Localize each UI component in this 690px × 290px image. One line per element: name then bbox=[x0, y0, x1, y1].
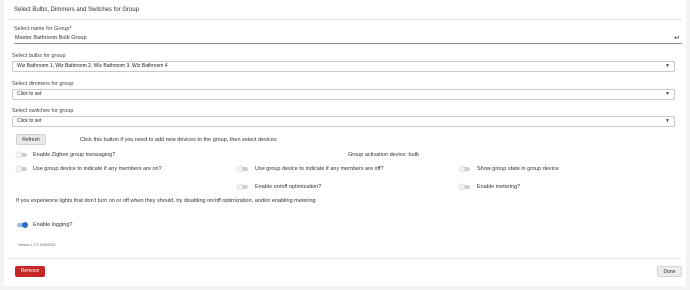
switches-label: Select switches for group bbox=[12, 108, 74, 114]
toggle-thumb bbox=[459, 184, 465, 190]
logging-toggle[interactable] bbox=[16, 222, 28, 228]
group-name-value: Master Bathroom Bulb Group bbox=[15, 35, 87, 41]
toggle-thumb bbox=[22, 222, 28, 228]
metering-toggle[interactable] bbox=[459, 184, 470, 190]
any-on-label: Use group device to indicate if any memb… bbox=[33, 166, 162, 172]
dimmers-select[interactable]: Click to set ▼ bbox=[12, 89, 675, 100]
show-state-label: Show group state in group device bbox=[477, 166, 559, 172]
any-off-label: Use group device to indicate if any memb… bbox=[255, 166, 384, 172]
onoff-optimization-toggle[interactable] bbox=[237, 184, 248, 190]
enter-icon: ↵ bbox=[674, 35, 680, 42]
dimmers-label: Select dimmers for group bbox=[12, 81, 74, 87]
toggle-thumb bbox=[237, 184, 243, 190]
refresh-button[interactable]: Refresh bbox=[16, 134, 46, 145]
bulbs-select[interactable]: Wiz Bathroom 1, Wiz Bathroom 2, Wiz Bath… bbox=[12, 61, 675, 72]
logging-label: Enable logging? bbox=[33, 222, 73, 228]
bulbs-selected-value: Wiz Bathroom 1, Wiz Bathroom 2, Wiz Bath… bbox=[17, 63, 168, 69]
switches-selected-value: Click to set bbox=[17, 118, 42, 124]
toggle-thumb bbox=[16, 152, 22, 158]
metering-label: Enable metering? bbox=[477, 184, 521, 190]
header-divider bbox=[8, 19, 682, 20]
switches-select[interactable]: Click to set ▼ bbox=[12, 116, 675, 127]
toggle-thumb bbox=[237, 166, 243, 172]
dimmers-selected-value: Click to set bbox=[17, 91, 42, 97]
refresh-note: Click this button if you need to add new… bbox=[80, 137, 277, 143]
version-text: Version 1.3 © 9/26/2022 bbox=[18, 243, 56, 247]
any-off-toggle[interactable] bbox=[237, 166, 248, 172]
dialog-title: Select Bulbs, Dimmers and Switches for G… bbox=[14, 7, 140, 13]
zigbee-messaging-toggle[interactable] bbox=[16, 152, 27, 158]
activation-device-text: Group activation device: bulb bbox=[348, 152, 419, 158]
onoff-optimization-label: Enable on/off optimization? bbox=[255, 184, 322, 190]
bulbs-label: Select bulbs for group bbox=[12, 53, 66, 59]
group-name-label: Select name for Group* bbox=[14, 26, 72, 32]
toggle-thumb bbox=[459, 166, 465, 172]
show-state-toggle[interactable] bbox=[459, 166, 470, 172]
chevron-down-icon: ▼ bbox=[665, 118, 670, 124]
any-on-toggle[interactable] bbox=[16, 166, 27, 172]
zigbee-messaging-label: Enable Zigbee group messaging? bbox=[33, 152, 116, 158]
toggle-thumb bbox=[16, 166, 22, 172]
group-dialog: Select Bulbs, Dimmers and Switches for G… bbox=[4, 0, 686, 286]
group-name-input[interactable]: Master Bathroom Bulb Group ↵ bbox=[14, 34, 682, 44]
done-button[interactable]: Done bbox=[657, 266, 682, 277]
remove-button[interactable]: Remove bbox=[15, 266, 45, 277]
footer-divider bbox=[8, 258, 682, 259]
chevron-down-icon: ▼ bbox=[665, 91, 670, 97]
optimization-hint: If you experience lights that don't turn… bbox=[16, 198, 316, 204]
chevron-down-icon: ▼ bbox=[665, 63, 670, 69]
